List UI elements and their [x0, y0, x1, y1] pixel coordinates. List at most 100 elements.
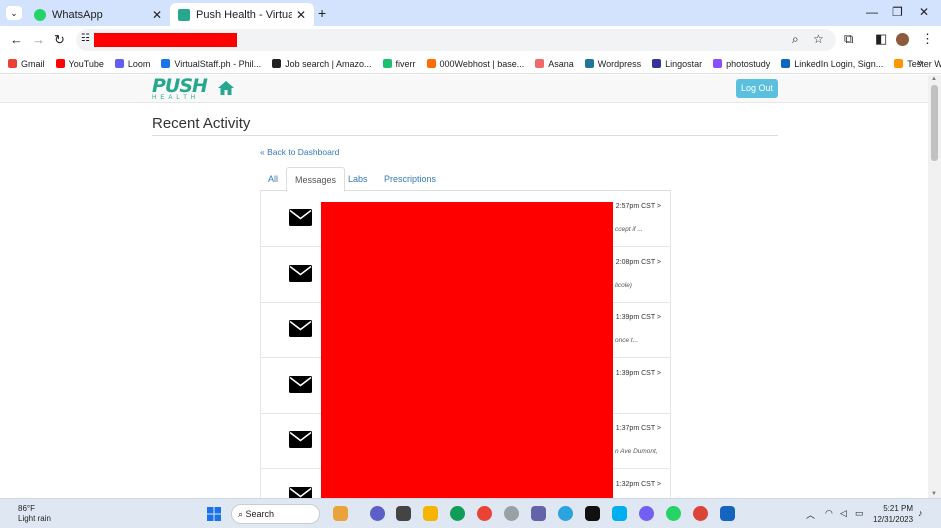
page-scrollbar[interactable]: ▲ ▼ — [928, 75, 941, 498]
close-icon[interactable]: ✕ — [152, 8, 162, 22]
taskbar-search[interactable]: ⌕ Search — [231, 504, 320, 524]
task-view-icon[interactable] — [396, 506, 411, 521]
tab-prescriptions[interactable]: Prescriptions — [376, 167, 444, 191]
home-icon[interactable] — [217, 79, 235, 97]
notification-bell-icon[interactable]: ♪ — [918, 508, 923, 518]
bookmark-item[interactable]: Wordpress — [584, 58, 642, 69]
bookmark-label: Job search | Amazo... — [285, 58, 372, 69]
bookmark-label: 000Webhost | base... — [439, 58, 525, 69]
temperature: 86°F — [18, 504, 35, 513]
viber-icon[interactable] — [639, 506, 654, 521]
bookmark-favicon-icon — [114, 59, 124, 68]
tab-messages[interactable]: Messages — [286, 167, 346, 192]
bookmark-item[interactable]: fiverr — [382, 59, 416, 69]
bookmark-label: photostudy — [726, 58, 771, 69]
browser-tabstrip: ⌄ WhatsApp ✕ Push Health - Virtual Conci… — [0, 0, 941, 26]
chat-icon[interactable] — [370, 506, 385, 521]
bookmark-favicon-icon — [584, 59, 594, 68]
bookmark-item[interactable]: Job search | Amazo... — [272, 58, 372, 69]
wifi-icon[interactable]: ◠ — [825, 508, 833, 519]
forward-arrow-icon[interactable]: → — [32, 32, 45, 47]
chevron-up-icon[interactable]: ︿ — [806, 508, 815, 521]
message-time[interactable]: 1:39pm CST > — [616, 370, 661, 377]
address-bar[interactable]: ☷ ⌕ ☆ — [76, 29, 836, 51]
menu-icon[interactable]: ⋮ — [921, 31, 934, 47]
zoom-icon[interactable]: ⌕ — [792, 32, 799, 47]
bookmark-label: LinkedIn Login, Sign... — [794, 58, 884, 69]
message-time[interactable]: 1:39pm CST > — [616, 314, 661, 321]
bookmark-label: VirtualStaff.ph - Phil... — [174, 58, 262, 69]
skype-icon[interactable] — [612, 506, 627, 521]
bookmark-item[interactable]: 000Webhost | base... — [426, 58, 525, 69]
message-time[interactable]: 2:57pm CST > — [616, 203, 661, 210]
folder-icon[interactable] — [423, 506, 438, 521]
tab-all[interactable]: All — [260, 167, 286, 191]
battery-icon[interactable]: ▭ — [855, 508, 864, 519]
scroll-up-icon[interactable]: ▲ — [931, 76, 937, 82]
whatsapp-taskbar-icon[interactable] — [666, 506, 681, 521]
file-explorer-icon[interactable] — [333, 506, 348, 521]
chrome-active-icon[interactable] — [693, 506, 708, 521]
logout-button[interactable]: Log Out — [736, 79, 778, 98]
bookmarks-bar: Gmail YouTube Loom VirtualStaff.ph - Phil..… — [0, 54, 941, 74]
window-close-icon[interactable]: ✕ — [919, 5, 929, 19]
back-to-dashboard-link[interactable]: « Back to Dashboard — [260, 147, 339, 157]
star-icon[interactable]: ☆ — [813, 32, 824, 46]
site-header: PUSH HEALTH Log Out — [0, 75, 928, 103]
volume-icon[interactable]: ◁ — [840, 508, 847, 519]
reload-icon[interactable]: ↻ — [54, 32, 65, 48]
edge-icon[interactable] — [450, 506, 465, 521]
envelope-icon — [289, 486, 312, 498]
envelope-icon — [289, 209, 312, 226]
profile-avatar[interactable] — [896, 33, 909, 46]
weather-widget[interactable]: 86°F Light rain — [18, 504, 51, 524]
chrome-icon[interactable] — [477, 506, 492, 521]
message-time[interactable]: 2:08pm CST > — [616, 259, 661, 266]
bookmark-item[interactable]: Loom — [114, 59, 150, 69]
new-tab-button[interactable]: + — [318, 5, 326, 21]
minimize-icon[interactable]: — — [866, 5, 878, 19]
site-info-icon[interactable]: ☷ — [81, 33, 90, 44]
settings-icon[interactable] — [504, 506, 519, 521]
windows-start-icon[interactable] — [207, 507, 221, 521]
logo-text: PUSH — [152, 75, 208, 97]
page-title: Recent Activity — [152, 115, 251, 132]
scroll-thumb[interactable] — [931, 85, 938, 161]
message-snippet: licole) — [615, 281, 632, 289]
push-health-logo[interactable]: PUSH HEALTH — [152, 75, 208, 102]
bookmark-favicon-icon — [382, 59, 392, 68]
tab-labs[interactable]: Labs — [340, 167, 376, 191]
vivaldi-icon[interactable] — [585, 506, 600, 521]
clock[interactable]: 5:21 PM 12/31/2023 — [873, 503, 913, 525]
bookmark-item[interactable]: Gmail — [8, 59, 45, 69]
bookmark-item[interactable]: YouTube — [55, 59, 104, 69]
tab-search-button[interactable]: ⌄ — [6, 6, 22, 20]
extensions-icon[interactable]: ⧉ — [844, 31, 853, 47]
teams-icon[interactable] — [531, 506, 546, 521]
bookmarks-more-button[interactable]: » — [917, 57, 923, 69]
browser-toolbar: ← → ↻ ☷ ⌕ ☆ ⧉ ◧ ⋮ — [0, 26, 941, 54]
message-snippet: n Ave Dumont, — [615, 448, 658, 455]
bookmark-favicon-icon — [652, 59, 662, 68]
search-label: Search — [245, 509, 275, 519]
tab-push-health[interactable]: Push Health - Virtual Concierge ✕ — [170, 3, 314, 26]
message-time[interactable]: 1:37pm CST > — [616, 425, 661, 432]
activity-tabs: All Messages Labs Prescriptions — [260, 167, 671, 192]
side-panel-icon[interactable]: ◧ — [875, 31, 887, 47]
back-arrow-icon[interactable]: ← — [10, 32, 23, 47]
bookmark-label: Wordpress — [597, 58, 642, 69]
message-time[interactable]: 1:32pm CST > — [616, 481, 661, 488]
bookmark-item[interactable]: VirtualStaff.ph - Phil... — [161, 59, 261, 69]
tab-title: Push Health - Virtual Concierge — [196, 8, 292, 21]
bookmark-item[interactable]: Lingostar — [652, 59, 702, 69]
divider — [152, 135, 778, 136]
notepad-icon[interactable] — [720, 506, 735, 521]
bookmark-item[interactable]: Asana — [535, 59, 574, 69]
bookmark-item[interactable]: LinkedIn Login, Sign... — [781, 59, 883, 69]
restore-icon[interactable]: ❐ — [892, 5, 903, 19]
bookmark-item[interactable]: photostudy — [713, 59, 770, 69]
telegram-icon[interactable] — [558, 506, 573, 521]
close-icon[interactable]: ✕ — [296, 8, 306, 22]
scroll-down-icon[interactable]: ▼ — [931, 491, 937, 497]
tab-whatsapp[interactable]: WhatsApp ✕ — [26, 3, 170, 26]
